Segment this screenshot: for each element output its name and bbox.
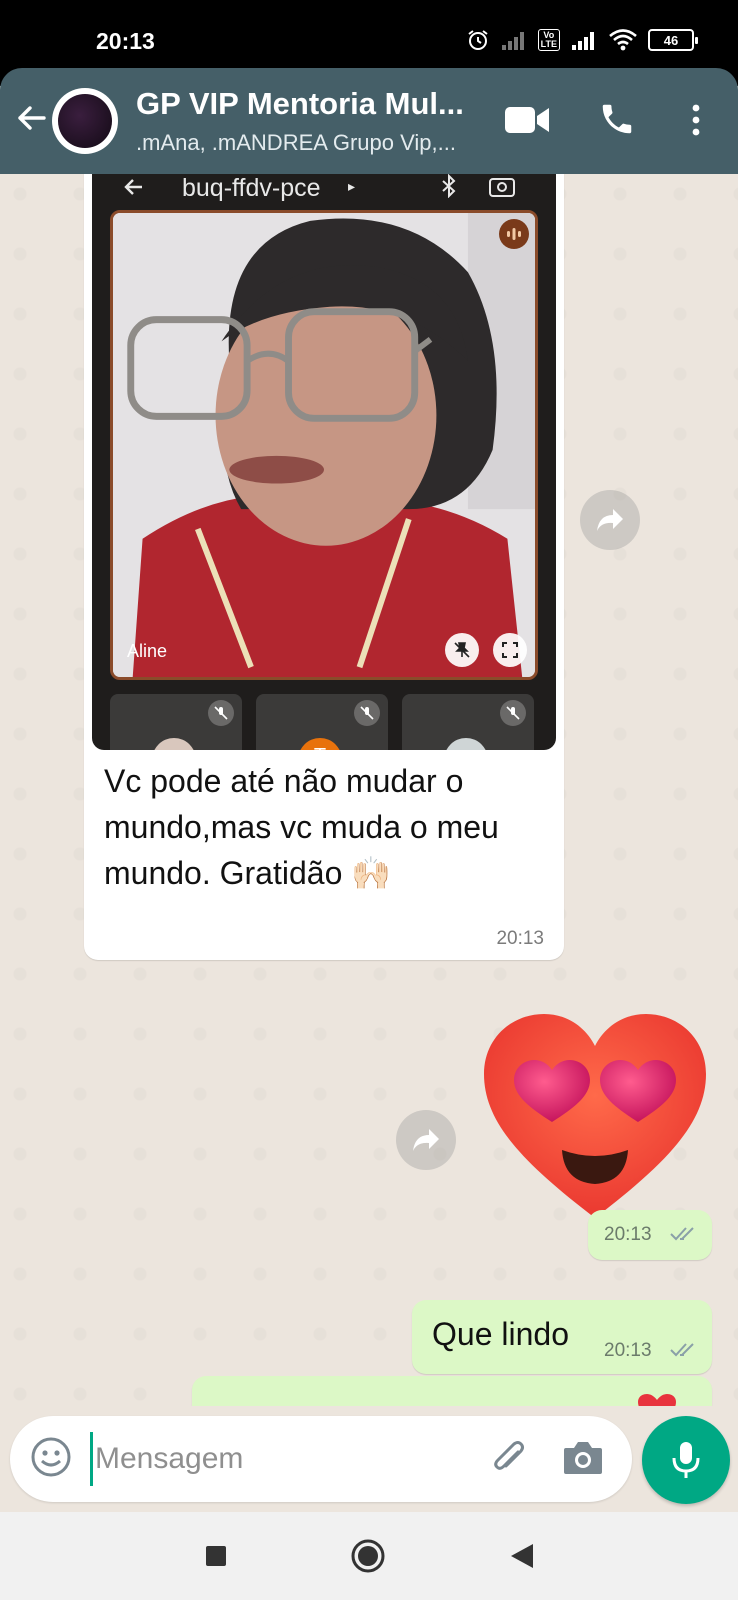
forward-icon: [597, 509, 623, 531]
chat-title[interactable]: GP VIP Mentoria Mul...: [136, 86, 486, 122]
meet-code-chevron-icon: ▸: [348, 178, 356, 194]
outgoing-message-partial[interactable]: [192, 1376, 712, 1406]
read-ticks-icon: [670, 1343, 694, 1357]
back-icon: [511, 1544, 533, 1568]
emoji-icon[interactable]: [30, 1436, 72, 1478]
participant-video: [113, 213, 535, 677]
home-icon: [351, 1539, 385, 1573]
volte-icon: Vo LTE: [537, 29, 560, 51]
video-call-icon[interactable]: [504, 104, 550, 136]
mic-off-icon: [500, 700, 526, 726]
back-arrow-icon[interactable]: [12, 98, 52, 138]
message-image[interactable]: buq-ffdv-pce ▸ Aline: [92, 174, 556, 750]
battery-indicator: 46: [648, 29, 698, 51]
mic-off-icon: [354, 700, 380, 726]
meet-back-icon: [124, 179, 142, 195]
switch-camera-icon: [489, 178, 515, 197]
participant-tile: [402, 694, 534, 750]
message-time: 20:13: [604, 1340, 652, 1361]
unpin-icon: [445, 633, 479, 667]
group-avatar-logo: [58, 94, 112, 148]
composer-bar: [0, 1406, 738, 1512]
main-video-tile: Aline: [110, 210, 538, 680]
mic-off-icon: [208, 700, 234, 726]
participant-avatar: [152, 738, 196, 750]
forward-icon: [413, 1129, 439, 1151]
meet-top-bar: buq-ffdv-pce ▸: [92, 174, 556, 210]
read-ticks-icon: [670, 1227, 694, 1241]
wifi-icon: [609, 29, 637, 51]
chat-participants[interactable]: .mAna, .mANDREA Grupo Vip,...: [136, 130, 486, 156]
participant-initial-avatar: T: [298, 738, 342, 750]
alarm-icon: [468, 30, 488, 50]
more-vert-icon[interactable]: [680, 102, 712, 138]
recents-icon: [206, 1546, 226, 1566]
forward-button[interactable]: [580, 490, 640, 550]
outgoing-message[interactable]: Que lindo 20:13: [412, 1300, 712, 1374]
bluetooth-icon: [442, 174, 456, 198]
home-button[interactable]: [350, 1538, 386, 1574]
participant-strip: T: [110, 694, 538, 750]
incoming-message[interactable]: buq-ffdv-pce ▸ Aline Vc pode até não mud…: [84, 174, 564, 960]
recents-button[interactable]: [198, 1538, 234, 1574]
camera-icon[interactable]: [562, 1438, 604, 1478]
heart-eyes-sticker[interactable]: [482, 1012, 708, 1222]
forward-button[interactable]: [396, 1110, 456, 1170]
chat-area[interactable]: buq-ffdv-pce ▸ Aline Vc pode até não mud…: [0, 174, 738, 1406]
back-button[interactable]: [504, 1538, 540, 1574]
message-time: 20:13: [604, 1224, 652, 1245]
phone-icon[interactable]: [598, 100, 636, 138]
signal-weak-icon: [501, 32, 524, 50]
participant-tile: [110, 694, 242, 750]
sticker-time-pill: 20:13: [588, 1210, 712, 1260]
participant-tile: T: [256, 694, 388, 750]
fullscreen-icon: [493, 633, 527, 667]
speaking-indicator-icon: [499, 219, 529, 249]
participant-avatar: [444, 738, 488, 750]
system-nav-bar: [0, 1512, 738, 1600]
mic-icon: [672, 1442, 700, 1478]
composer: [10, 1416, 632, 1502]
group-avatar[interactable]: [52, 88, 118, 154]
message-text: Que lindo: [432, 1316, 569, 1352]
signal-icon: [572, 32, 594, 50]
status-time: 20:13: [96, 28, 155, 54]
message-caption: Vc pode até não mudar o mundo,mas vc mud…: [104, 763, 499, 891]
participant-name: Aline: [127, 641, 168, 661]
message-time: 20:13: [496, 928, 544, 949]
heart-emoji-icon: [638, 1394, 676, 1406]
attach-icon[interactable]: [488, 1438, 530, 1480]
chat-header: GP VIP Mentoria Mul... .mAna, .mANDREA G…: [0, 68, 738, 174]
message-input[interactable]: [90, 1432, 470, 1486]
meet-code: buq-ffdv-pce: [182, 174, 321, 202]
status-icons: Vo LTE 46: [466, 28, 698, 52]
mic-button[interactable]: [642, 1416, 730, 1504]
